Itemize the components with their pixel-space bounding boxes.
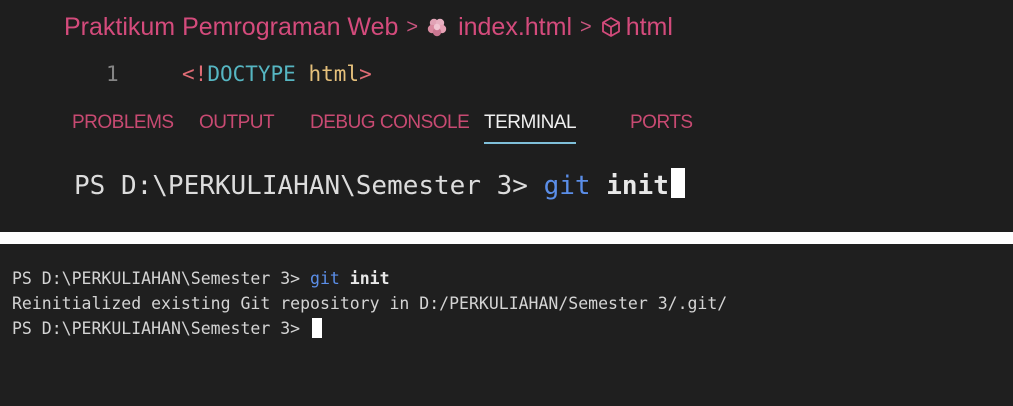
terminal-line-2: Reinitialized existing Git repository in… <box>12 294 728 313</box>
tab-debug-console[interactable]: DEBUG CONSOLE <box>310 112 470 142</box>
terminal-line-3: PS D:\PERKULIAHAN\Semester 3> <box>12 316 727 341</box>
html-file-icon <box>426 16 448 38</box>
terminal-cursor <box>312 318 323 338</box>
terminal-output-panel[interactable]: PS D:\PERKULIAHAN\Semester 3> git init R… <box>0 244 1013 406</box>
terminal-argument: init <box>349 269 390 288</box>
breadcrumb-separator: > <box>406 15 419 38</box>
terminal-argument: init <box>606 171 669 201</box>
terminal-cursor <box>670 168 685 198</box>
terminal-output: PS D:\PERKULIAHAN\Semester 3> git init R… <box>12 266 727 341</box>
breadcrumb-separator-2: > <box>580 15 592 38</box>
tab-problems[interactable]: PROBLEMS <box>72 112 174 142</box>
editor-line[interactable]: 1 <!DOCTYPE html> <box>0 58 600 90</box>
tab-output[interactable]: OUTPUT <box>199 112 275 142</box>
token-open-bracket: < <box>182 62 195 86</box>
token-doctype: DOCTYPE <box>207 62 296 86</box>
cube-icon <box>600 16 622 38</box>
token-close-bracket: > <box>359 62 372 86</box>
vscode-top-panel: Praktikum Pemrograman Web > index.html >… <box>0 0 1013 232</box>
terminal-command: git <box>543 171 591 201</box>
terminal-prompt: PS D:\PERKULIAHAN\Semester 3> <box>12 319 311 338</box>
token-exclamation: ! <box>194 62 208 86</box>
terminal-input-line[interactable]: PS D:\PERKULIAHAN\Semester 3> git init <box>74 168 685 201</box>
tab-terminal[interactable]: TERMINAL <box>484 112 577 144</box>
terminal-line-1: PS D:\PERKULIAHAN\Semester 3> git init <box>12 266 727 291</box>
breadcrumb-file[interactable]: index.html <box>458 13 572 42</box>
terminal-command: git <box>310 269 340 288</box>
breadcrumb-folder[interactable]: Praktikum Pemrograman Web <box>64 13 398 42</box>
token-html: html <box>308 62 360 86</box>
terminal-prompt: PS D:\PERKULIAHAN\Semester 3> <box>12 269 311 288</box>
line-number: 1 <box>106 62 119 86</box>
tab-ports[interactable]: PORTS <box>630 112 693 142</box>
breadcrumb-symbol[interactable]: html <box>626 13 673 42</box>
line-code[interactable]: <!DOCTYPE html> <box>182 62 372 86</box>
breadcrumb: Praktikum Pemrograman Web > index.html >… <box>64 10 673 44</box>
terminal-prompt: PS D:\PERKULIAHAN\Semester 3> <box>74 171 544 201</box>
